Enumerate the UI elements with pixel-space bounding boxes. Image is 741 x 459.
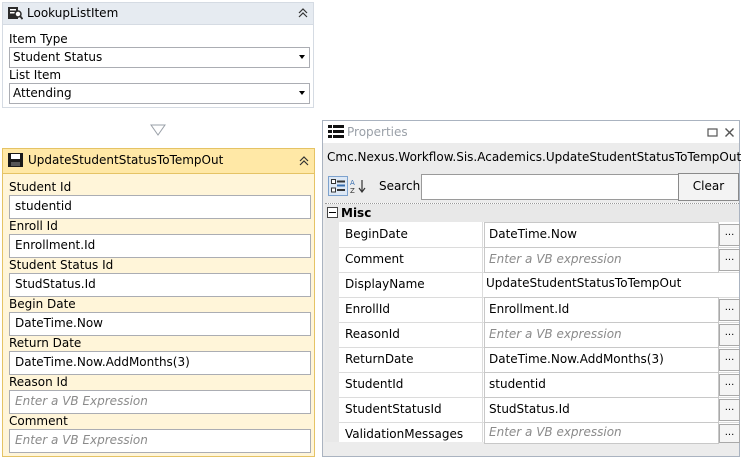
properties-panel: Properties Cmc.Nexus.Workflow.Sis.Academ…	[322, 120, 741, 457]
property-value-input[interactable]: StudStatus.Id	[484, 397, 719, 423]
property-row-displayname[interactable]: DisplayName UpdateStudentStatusToTempOut	[339, 272, 739, 298]
properties-icon	[328, 125, 344, 138]
reason-id-label: Reason Id	[9, 375, 68, 389]
property-value-input[interactable]: Enter a VB expression	[484, 422, 719, 444]
collapse-icon[interactable]	[297, 7, 309, 19]
list-item-label: List Item	[9, 68, 62, 82]
enroll-id-input[interactable]: Enrollment.Id	[9, 234, 311, 258]
chevron-down-icon	[299, 55, 305, 59]
close-icon[interactable]	[724, 127, 735, 138]
expression-editor-button[interactable]: ...	[719, 324, 740, 346]
property-row-returndate[interactable]: ReturnDate DateTime.Now.AddMonths(3) ...	[339, 347, 740, 373]
property-value-input[interactable]: Enrollment.Id	[484, 297, 719, 323]
expression-editor-button[interactable]: ...	[719, 399, 740, 421]
svg-text:A: A	[350, 179, 355, 187]
activity-title: UpdateStudentStatusToTempOut	[28, 153, 224, 167]
collapse-icon[interactable]	[298, 155, 310, 167]
property-value-input[interactable]: DateTime.Now.AddMonths(3)	[484, 347, 719, 373]
clear-button[interactable]: Clear	[678, 173, 739, 201]
sort-alphabetical-button[interactable]: A Z	[348, 176, 368, 196]
lookup-icon	[8, 7, 23, 20]
categorize-button[interactable]	[328, 176, 348, 196]
categorized-icon	[331, 179, 345, 193]
student-status-id-label: Student Status Id	[9, 258, 114, 272]
sort-az-icon: A Z	[350, 179, 366, 194]
property-value-input[interactable]: Enter a VB expression	[484, 247, 719, 273]
activity-header[interactable]: LookupListItem	[3, 3, 313, 25]
activity-header[interactable]: UpdateStudentStatusToTempOut	[3, 149, 314, 174]
property-row-validationmessages[interactable]: ValidationMessages Enter a VB expression…	[339, 422, 740, 444]
expression-editor-button[interactable]: ...	[719, 374, 740, 396]
activity-title: LookupListItem	[27, 6, 119, 20]
expression-editor-button[interactable]: ...	[719, 249, 740, 271]
lookup-list-item-activity[interactable]: LookupListItem Item Type Student Status …	[2, 2, 314, 108]
property-row-enrollid[interactable]: EnrollId Enrollment.Id ...	[339, 297, 740, 323]
search-label: Search:	[379, 179, 425, 193]
category-label: Misc	[341, 206, 372, 220]
collapse-category-icon[interactable]	[327, 207, 338, 218]
flow-connector-arrow-icon	[150, 124, 166, 136]
expression-editor-button[interactable]: ...	[719, 299, 740, 321]
property-value-input[interactable]: UpdateStudentStatusToTempOut	[482, 272, 715, 296]
property-row-studentstatusid[interactable]: StudentStatusId StudStatus.Id ...	[339, 397, 740, 423]
property-row-comment[interactable]: Comment Enter a VB expression ...	[339, 247, 740, 273]
student-id-input[interactable]: studentid	[9, 195, 311, 219]
chevron-down-icon	[299, 91, 305, 95]
update-student-status-activity[interactable]: UpdateStudentStatusToTempOut Student Id …	[2, 148, 315, 457]
search-input[interactable]	[421, 174, 680, 200]
enroll-id-label: Enroll Id	[9, 219, 58, 233]
comment-label: Comment	[9, 414, 68, 428]
item-type-dropdown[interactable]: Student Status	[9, 47, 310, 68]
expression-editor-button[interactable]: ...	[719, 424, 740, 443]
comment-input[interactable]: Enter a VB Expression	[9, 429, 311, 453]
begin-date-label: Begin Date	[9, 297, 76, 311]
property-row-studentid[interactable]: StudentId studentid ...	[339, 372, 740, 398]
panel-title: Properties	[347, 125, 408, 139]
reason-id-input[interactable]: Enter a VB Expression	[9, 390, 311, 414]
property-value-input[interactable]: Enter a VB expression	[484, 322, 719, 348]
expression-editor-button[interactable]: ...	[719, 224, 740, 246]
expression-editor-button[interactable]: ...	[719, 349, 740, 371]
property-row-begindate[interactable]: BeginDate DateTime.Now ...	[339, 222, 740, 248]
property-row-reasonid[interactable]: ReasonId Enter a VB expression ...	[339, 322, 740, 348]
return-date-input[interactable]: DateTime.Now.AddMonths(3)	[9, 351, 311, 375]
svg-text:Z: Z	[350, 187, 355, 194]
category-misc[interactable]: Misc	[325, 204, 739, 222]
property-value-input[interactable]: studentid	[484, 372, 719, 398]
grid-gutter	[325, 222, 339, 442]
student-id-label: Student Id	[9, 180, 72, 194]
property-value-input[interactable]: DateTime.Now	[484, 222, 719, 248]
begin-date-input[interactable]: DateTime.Now	[9, 312, 311, 336]
save-icon	[8, 153, 23, 167]
list-item-dropdown[interactable]: Attending	[9, 83, 310, 104]
properties-titlebar[interactable]: Properties	[323, 121, 739, 143]
student-status-id-input[interactable]: StudStatus.Id	[9, 273, 311, 297]
property-grid: Misc BeginDate DateTime.Now ... Comment …	[325, 203, 740, 444]
restore-icon[interactable]	[707, 127, 718, 138]
return-date-label: Return Date	[9, 336, 82, 350]
selected-object-name: Cmc.Nexus.Workflow.Sis.Academics.UpdateS…	[327, 150, 741, 164]
item-type-label: Item Type	[9, 32, 68, 46]
